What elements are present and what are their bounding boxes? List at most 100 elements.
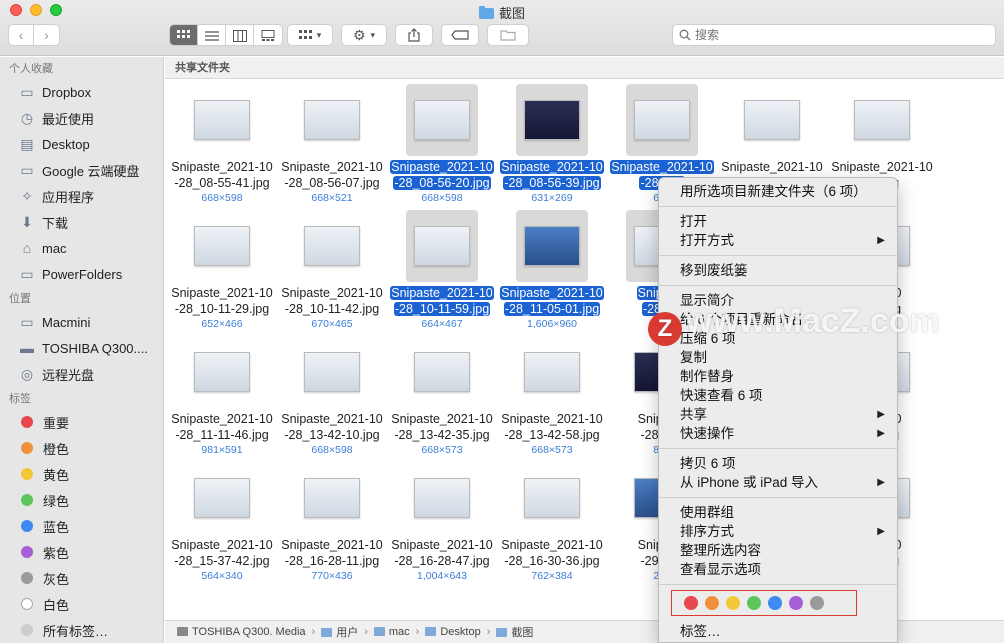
- sidebar-tag-item[interactable]: 黄色: [0, 461, 163, 487]
- sidebar-item[interactable]: ✧ 应用程序: [0, 183, 163, 209]
- file-thumbnail-frame: [186, 84, 258, 156]
- menu-item[interactable]: 整理所选内容: [659, 541, 897, 560]
- context-menu: 用所选项目新建文件夹（6 项） 打开 打开方式 ▶ 移到废纸篓显示简介给 6 个项目重新…: [658, 177, 898, 643]
- file-item[interactable]: Snipaste_2021-10 -28_16-28-47.jpg 1,004×64…: [387, 462, 497, 583]
- sidebar-tag-item[interactable]: 白色: [0, 591, 163, 617]
- icon-view-button[interactable]: [170, 25, 198, 45]
- sidebar-item[interactable]: ⬇ 下载: [0, 209, 163, 235]
- path-segment[interactable]: 用户: [321, 624, 358, 640]
- tag-color-button[interactable]: [705, 596, 719, 610]
- menu-item[interactable]: 显示简介: [659, 291, 897, 310]
- file-item[interactable]: Snipaste_2021-10: [717, 84, 827, 191]
- menu-item[interactable]: 打开方式 ▶: [659, 231, 897, 250]
- file-item[interactable]: Snipaste_2021-10 -28_11-11-46.jpg 981×591: [167, 336, 277, 457]
- sidebar-tag-item[interactable]: 重要: [0, 409, 163, 435]
- column-view-button[interactable]: [226, 25, 254, 45]
- file-item[interactable]: Snipaste_2021-10 -28_13-42-35.jpg 668×573: [387, 336, 497, 457]
- menu-item[interactable]: 制作替身: [659, 367, 897, 386]
- menu-item[interactable]: 快速操作 ▶: [659, 424, 897, 443]
- action-button[interactable]: ⚙ ▾: [341, 24, 387, 46]
- menu-item[interactable]: 复制: [659, 348, 897, 367]
- sidebar-section-locations: 位置: [9, 293, 31, 305]
- sidebar-tag-item[interactable]: 紫色: [0, 539, 163, 565]
- new-folder-button[interactable]: [487, 24, 529, 46]
- file-item[interactable]: Snipaste_2021-10 -28_13-42-10.jpg 668×598: [277, 336, 387, 457]
- menu-item[interactable]: 移到废纸篓: [659, 261, 897, 280]
- menu-item[interactable]: 共享 ▶: [659, 405, 897, 424]
- sidebar-item[interactable]: ⌂ mac: [0, 235, 163, 261]
- file-name-line1: Snipaste_2021-10: [390, 286, 494, 300]
- menu-item[interactable]: 使用群组: [659, 503, 897, 522]
- group-by-button[interactable]: ▾: [287, 24, 333, 46]
- file-item[interactable]: Snipaste_2021-10 -28_10-11-42.jpg 670×465: [277, 210, 387, 331]
- sidebar-tag-item[interactable]: 灰色: [0, 565, 163, 591]
- path-segment[interactable]: mac: [373, 626, 410, 638]
- sidebar-item[interactable]: ▭ PowerFolders: [0, 261, 163, 287]
- image-thumbnail: [524, 352, 580, 392]
- menu-item[interactable]: 排序方式 ▶: [659, 522, 897, 541]
- path-segment[interactable]: TOSHIBA Q300. Media: [177, 626, 306, 638]
- gear-icon: ⚙: [352, 26, 366, 43]
- file-item[interactable]: Snipaste_2021-10 -28_15-37-42.jpg 564×340: [167, 462, 277, 583]
- search-field[interactable]: [672, 24, 996, 46]
- file-item[interactable]: Snipaste_2021-10 -28_08-56-07.jpg 668×521: [277, 84, 387, 205]
- sidebar-item[interactable]: ◷ 最近使用: [0, 105, 163, 131]
- folder-icon: [425, 627, 437, 636]
- tag-color-button[interactable]: [789, 596, 803, 610]
- file-item[interactable]: Snipaste_2021-10 -28_11-05-01.jpg 1,606×96…: [497, 210, 607, 331]
- menu-item[interactable]: 给 6 个项目重新命名…: [659, 310, 897, 329]
- file-item[interactable]: Snipaste_2021-10 -28_10-11-29.jpg 652×466: [167, 210, 277, 331]
- search-input[interactable]: [695, 28, 975, 42]
- list-view-button[interactable]: [198, 25, 226, 45]
- file-thumbnail-frame: [516, 84, 588, 156]
- path-segment[interactable]: 截图: [496, 624, 533, 640]
- share-button[interactable]: [395, 24, 433, 46]
- back-button[interactable]: ‹: [9, 25, 34, 45]
- tag-color-button[interactable]: [747, 596, 761, 610]
- sidebar-tag-item[interactable]: 绿色: [0, 487, 163, 513]
- submenu-arrow-icon: ▶: [877, 526, 885, 537]
- file-item[interactable]: Snipaste_2021-10 -28_13-42-58.jpg 668×573: [497, 336, 607, 457]
- file-item[interactable]: Snipaste_2021-10 -28_08-55-41.jpg 668×598: [167, 84, 277, 205]
- image-thumbnail: [524, 478, 580, 518]
- file-item[interactable]: Snipaste_2021-10 -28_10-11-59.jpg 664×467: [387, 210, 497, 331]
- sidebar-tag-item[interactable]: 所有标签…: [0, 617, 163, 643]
- tag-color-button[interactable]: [810, 596, 824, 610]
- menu-item[interactable]: 快速查看 6 项: [659, 386, 897, 405]
- sidebar-item[interactable]: ▤ Desktop: [0, 131, 163, 157]
- file-thumbnail-frame: [626, 84, 698, 156]
- tag-color-button[interactable]: [768, 596, 782, 610]
- download-icon: ⬇: [21, 213, 33, 230]
- sidebar-tag-item[interactable]: 橙色: [0, 435, 163, 461]
- sidebar-tag-item[interactable]: 蓝色: [0, 513, 163, 539]
- path-segment[interactable]: Desktop: [425, 626, 481, 638]
- file-name-line1: Snipaste_2021-10: [171, 412, 273, 426]
- forward-button[interactable]: ›: [34, 25, 59, 45]
- tag-button[interactable]: [441, 24, 479, 46]
- file-name-line2: -28_13-42-58.jpg: [504, 428, 600, 442]
- sidebar-item[interactable]: ◎ 远程光盘: [0, 361, 163, 387]
- file-item[interactable]: Snipaste_2021-10 -28_08-56-20.jpg 668×598: [387, 84, 497, 205]
- file-item[interactable]: Snipaste_2021-10 -28_08-56-39.jpg 631×269: [497, 84, 607, 205]
- file-name-line1: Snipaste_2021-10: [281, 412, 383, 426]
- menu-item[interactable]: 用所选项目新建文件夹（6 项）: [659, 182, 897, 201]
- tag-color-button[interactable]: [726, 596, 740, 610]
- file-name: Snipaste_2021-10 -28_10-11-29.jpg: [167, 285, 277, 317]
- sidebar-item[interactable]: ▭ Macmini: [0, 309, 163, 335]
- file-name-line1: Snipaste_2021-10: [500, 286, 604, 300]
- menu-item[interactable]: 查看显示选项: [659, 560, 897, 579]
- sidebar-item[interactable]: ▭ Google 云端硬盘: [0, 157, 163, 183]
- menu-item[interactable]: 拷贝 6 项: [659, 454, 897, 473]
- file-item[interactable]: Snipaste_2021-10 -28_16-28-11.jpg 770×436: [277, 462, 387, 583]
- menu-item-tags[interactable]: 标签…: [659, 622, 897, 641]
- menu-item[interactable]: 打开: [659, 212, 897, 231]
- gallery-icon: [261, 30, 275, 41]
- menu-item-label: 制作替身: [680, 369, 734, 384]
- menu-item[interactable]: 压缩 6 项: [659, 329, 897, 348]
- file-item[interactable]: Snipaste_2021-10 -28_16-30-36.jpg 762×384: [497, 462, 607, 583]
- tag-color-button[interactable]: [684, 596, 698, 610]
- gallery-view-button[interactable]: [254, 25, 282, 45]
- sidebar-item[interactable]: ▭ Dropbox: [0, 79, 163, 105]
- sidebar-item[interactable]: ▬ TOSHIBA Q300....: [0, 335, 163, 361]
- menu-item[interactable]: 从 iPhone 或 iPad 导入 ▶: [659, 473, 897, 492]
